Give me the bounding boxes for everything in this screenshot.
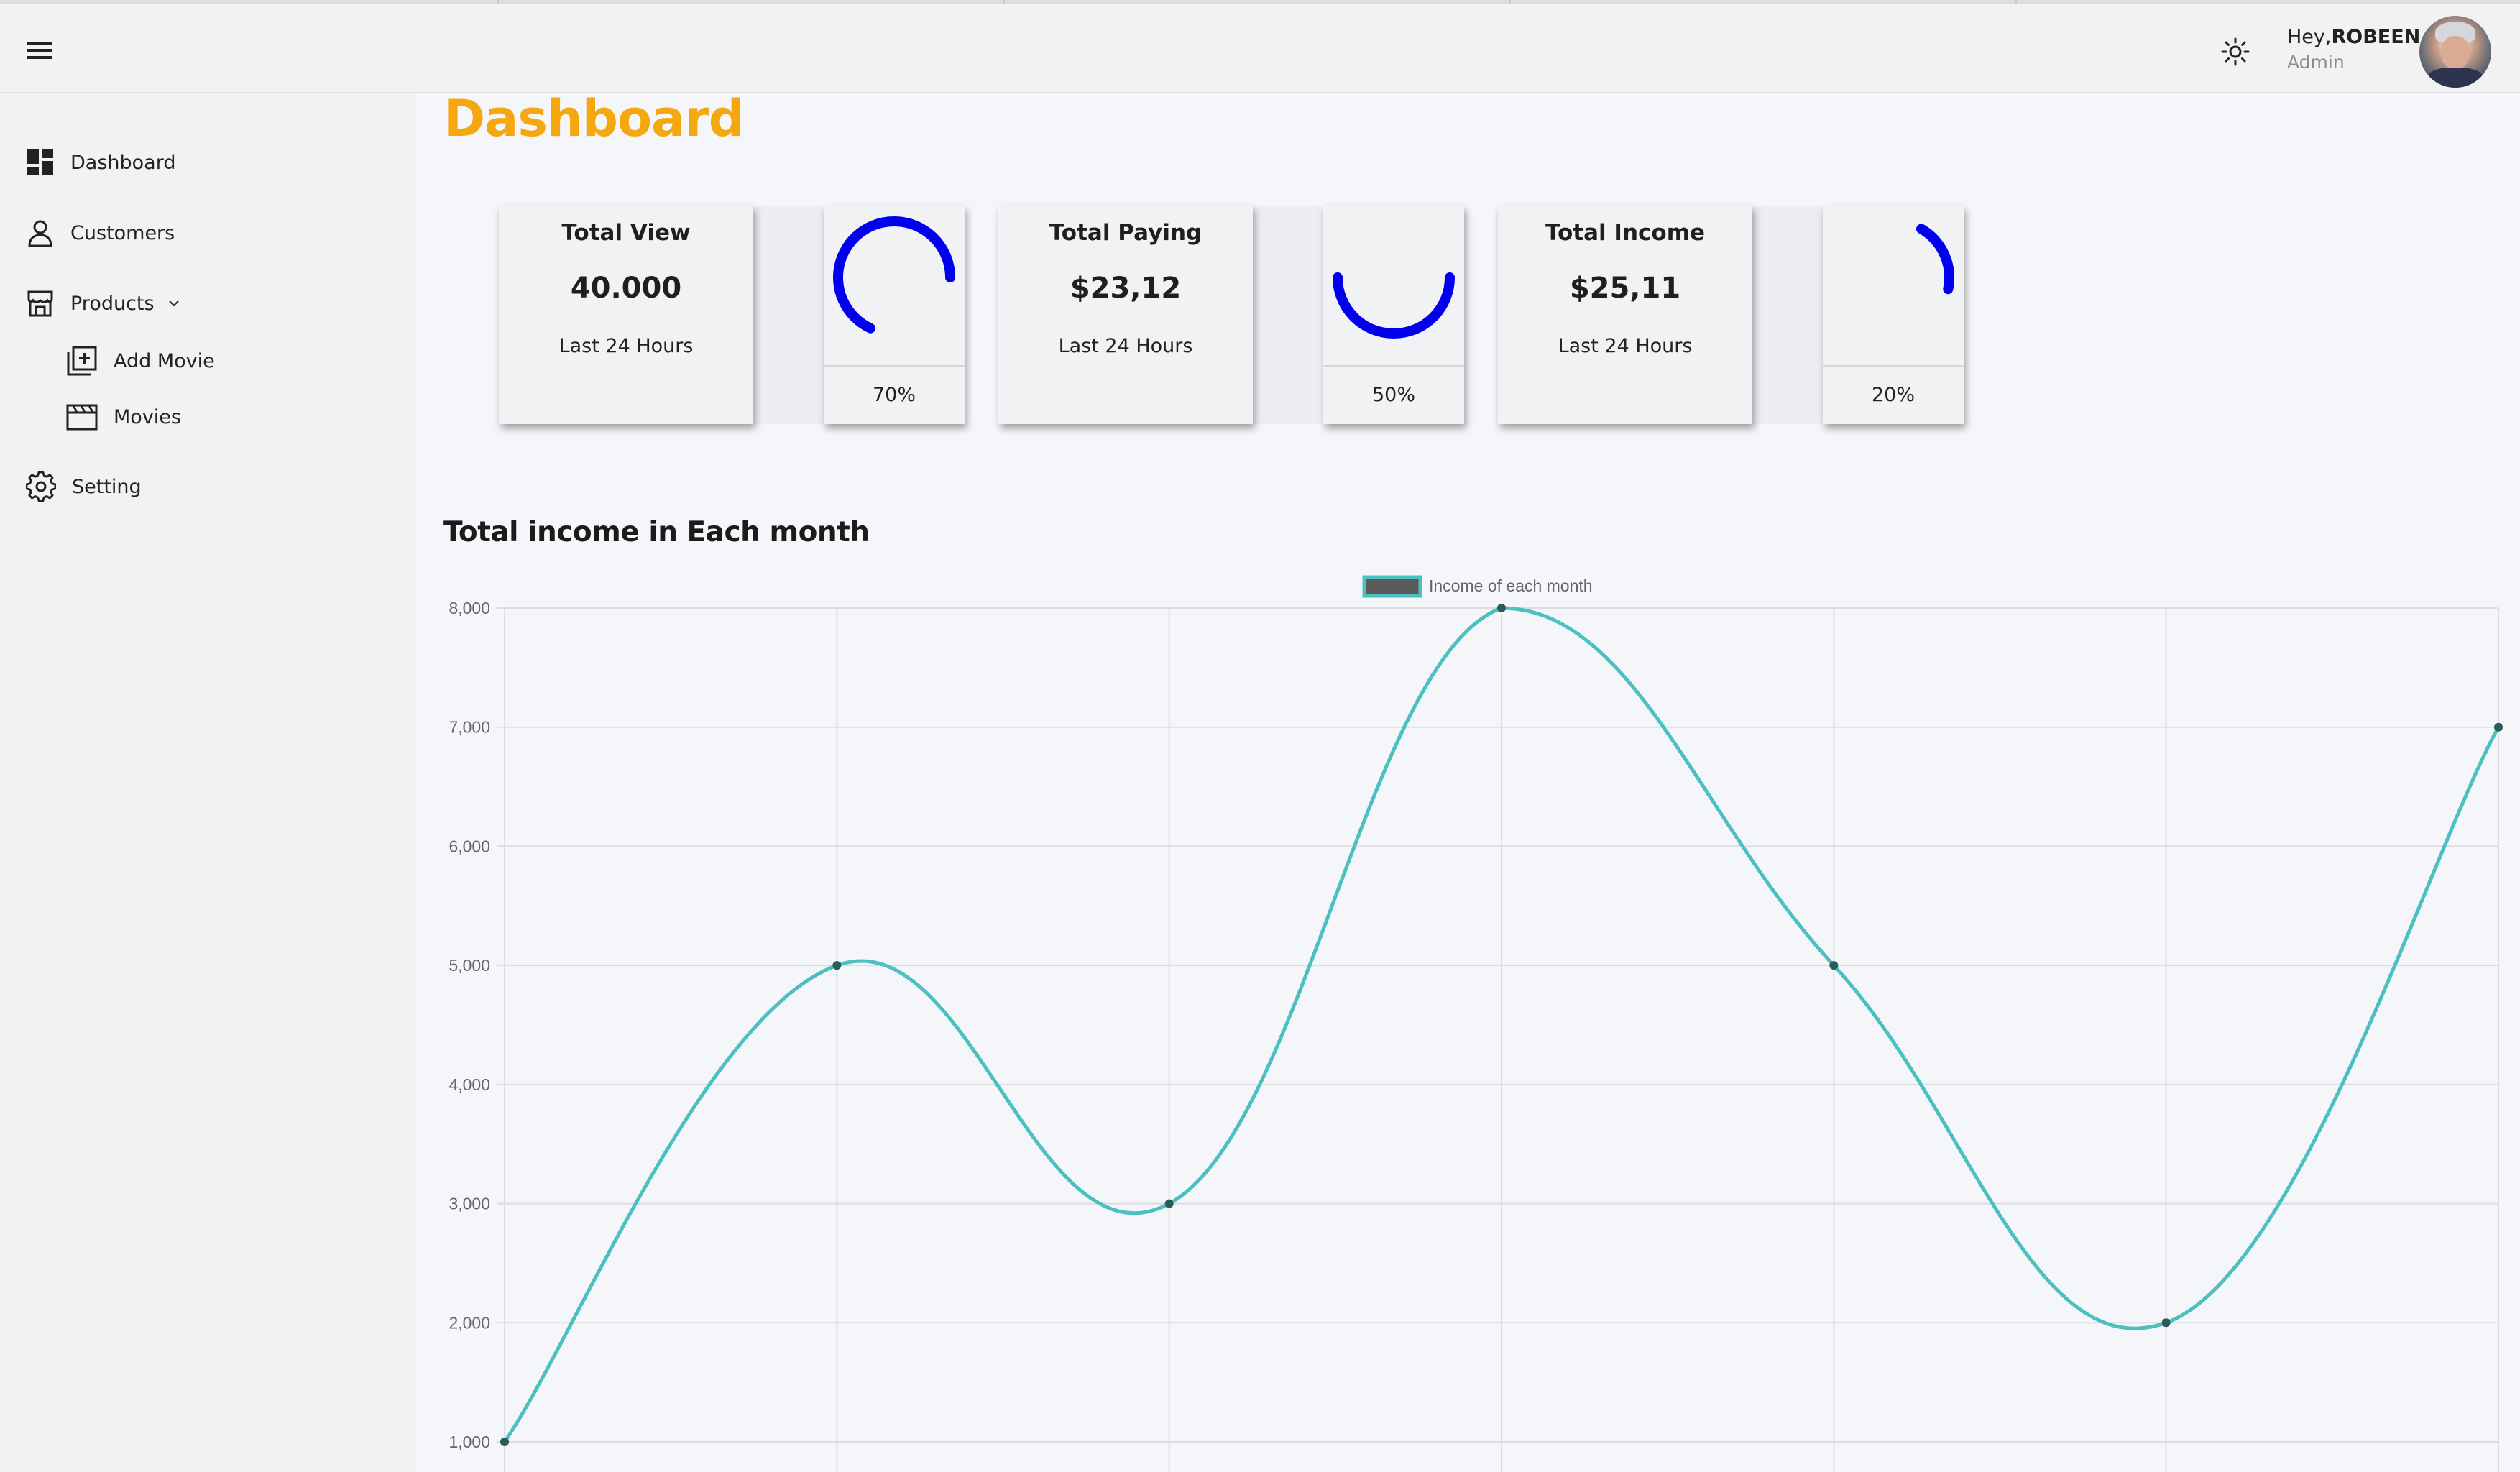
user-name: ROBEEN xyxy=(2331,26,2421,48)
legend-swatch xyxy=(1362,575,1422,598)
sidebar-item-movies[interactable]: Movies xyxy=(66,402,181,431)
progress-percent: 20% xyxy=(1823,365,1964,426)
legend-label: Income of each month xyxy=(1429,576,1593,595)
section-title: Total income in Each month xyxy=(443,516,870,548)
store-icon xyxy=(27,290,53,317)
top-header: Hey,ROBEEN Admin xyxy=(0,4,2520,93)
card-title: Total View xyxy=(561,220,691,246)
progress-arc xyxy=(1916,224,1954,295)
chart-legend[interactable]: Income of each month xyxy=(1362,575,1593,598)
clapperboard-icon xyxy=(66,404,98,431)
user-greeting: Hey,ROBEEN xyxy=(2287,26,2420,48)
card-subtitle: Last 24 Hours xyxy=(558,335,694,357)
y-tick-label: 6,000 xyxy=(449,837,490,855)
data-point[interactable] xyxy=(1829,961,1839,970)
progress-percent: 70% xyxy=(824,365,965,426)
hamburger-menu-icon[interactable] xyxy=(26,36,55,65)
progress-arc xyxy=(833,216,955,334)
page-title: Dashboard xyxy=(443,89,745,148)
y-tick-label: 5,000 xyxy=(449,956,490,975)
progress-card-total-paying: 50% xyxy=(1323,206,1464,424)
sidebar-item-label: Products xyxy=(70,292,155,315)
sidebar-item-label: Movies xyxy=(114,405,181,428)
chevron-down-icon[interactable] xyxy=(167,297,180,310)
chart-grid xyxy=(497,607,2499,1472)
income-line-chart: 8,000 7,000 6,000 5,000 4,000 3,000 2,000 1,000… xyxy=(449,575,2503,1472)
data-point[interactable] xyxy=(2494,722,2503,732)
card-subtitle: Last 24 Hours xyxy=(1558,335,1693,357)
y-tick-label: 2,000 xyxy=(449,1313,490,1332)
theme-toggle-sun-icon[interactable] xyxy=(2218,34,2253,69)
y-tick-label: 3,000 xyxy=(449,1195,490,1213)
progress-arc xyxy=(1333,272,1455,339)
data-point[interactable] xyxy=(2161,1318,2171,1328)
data-point[interactable] xyxy=(1164,1199,1174,1208)
sidebar-item-dashboard[interactable]: Dashboard xyxy=(26,148,175,177)
progress-ring xyxy=(1916,224,1954,295)
progress-card-total-income: 20% xyxy=(1823,206,1964,424)
dashboard-icon xyxy=(27,150,53,175)
stat-card-total-income: Total Income $25,11 Last 24 Hours xyxy=(1498,206,1752,424)
sidebar-item-customers[interactable]: Customers xyxy=(26,218,175,247)
progress-ring xyxy=(833,216,955,334)
y-tick-label: 4,000 xyxy=(449,1075,490,1094)
card-value: $23,12 xyxy=(1070,272,1182,305)
card-title: Total Income xyxy=(1545,220,1706,246)
user-role: Admin xyxy=(2287,52,2345,73)
greeting-prefix: Hey, xyxy=(2287,26,2332,48)
data-point[interactable] xyxy=(832,961,842,970)
card-value: 40.000 xyxy=(570,272,682,305)
progress-ring xyxy=(1333,272,1455,339)
card-connector xyxy=(1253,206,1323,424)
data-point[interactable] xyxy=(500,1438,509,1446)
y-tick-label: 1,000 xyxy=(449,1432,490,1451)
progress-percent: 50% xyxy=(1323,365,1464,426)
card-subtitle: Last 24 Hours xyxy=(1058,335,1193,357)
sidebar-item-setting[interactable]: Setting xyxy=(26,472,142,502)
sidebar-item-add-movie[interactable]: Add Movie xyxy=(66,345,215,377)
sidebar-item-label: Dashboard xyxy=(70,151,176,174)
person-icon xyxy=(28,220,52,247)
card-value: $25,11 xyxy=(1569,272,1681,305)
stat-card-total-view: Total View 40.000 Last 24 Hours xyxy=(499,206,753,424)
progress-card-total-view: 70% xyxy=(824,206,965,424)
add-library-icon xyxy=(67,346,97,376)
sidebar-item-label: Customers xyxy=(70,221,175,244)
sidebar: Dashboard Customers Products Add Movie M… xyxy=(0,93,415,1472)
card-connector xyxy=(1752,206,1823,424)
sidebar-item-label: Add Movie xyxy=(114,349,215,372)
avatar[interactable] xyxy=(2419,16,2491,88)
sidebar-item-products[interactable]: Products xyxy=(26,289,180,318)
gear-icon xyxy=(26,472,56,502)
sidebar-item-label: Setting xyxy=(72,475,142,498)
card-connector xyxy=(753,206,824,424)
y-tick-label: 8,000 xyxy=(449,599,490,617)
y-axis-ticks: 8,000 7,000 6,000 5,000 4,000 3,000 2,000 1,000 xyxy=(449,599,490,1451)
card-title: Total Paying xyxy=(1049,220,1202,246)
data-point[interactable] xyxy=(1497,604,1506,612)
stat-card-total-paying: Total Paying $23,12 Last 24 Hours xyxy=(998,206,1253,424)
y-tick-label: 7,000 xyxy=(449,718,490,737)
